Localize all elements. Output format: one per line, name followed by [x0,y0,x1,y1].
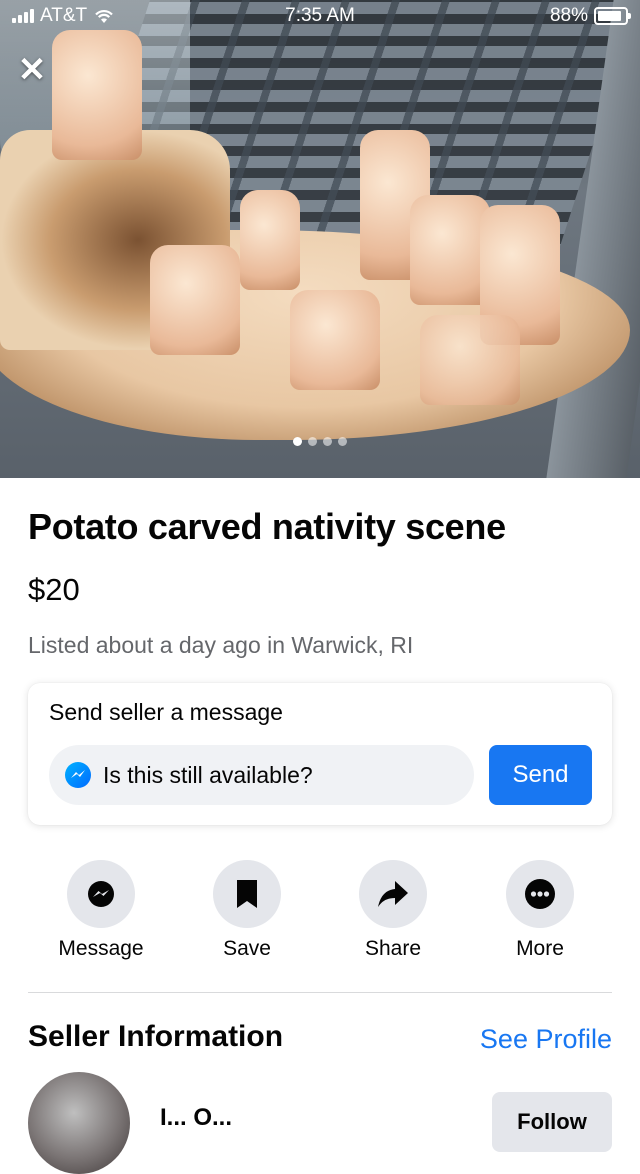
pager-dot [308,437,317,446]
send-message-card: Send seller a message Is this still avai… [28,683,612,825]
listing-meta: Listed about a day ago in Warwick, RI [28,632,414,658]
seller-name[interactable]: I... O... [160,1104,232,1132]
listing-title: Potato carved nativity scene [28,506,506,547]
send-message-label: Send seller a message [49,699,283,725]
pager-dot [338,437,347,446]
messenger-icon [65,762,91,788]
message-button-label: Message [58,937,144,960]
messenger-icon [67,860,135,928]
photo-carved-figure [150,245,240,355]
more-button[interactable]: More [480,860,600,961]
listing-photo[interactable]: AT&T 7:35 AM 88% ✕ [0,0,640,478]
photo-carved-figure [410,195,490,305]
message-button[interactable]: Message [41,860,161,961]
close-icon[interactable]: ✕ [14,52,50,88]
save-button-label: Save [223,937,271,960]
divider [28,992,612,993]
battery-icon [594,7,631,25]
battery-percent: 88% [549,5,588,26]
send-button[interactable]: Send [489,745,592,805]
clock: 7:35 AM [285,5,355,26]
action-bar: Message Save Share More [28,860,612,970]
share-button[interactable]: Share [333,860,453,961]
photo-carved-cross [52,30,142,160]
pager-dot [323,437,332,446]
photo-carved-figure [420,315,520,405]
photo-carved-figure [240,190,300,290]
status-bar: AT&T 7:35 AM 88% [0,0,640,34]
pager-dot-active [293,437,302,446]
message-input[interactable]: Is this still available? [49,745,474,805]
share-button-label: Share [364,937,422,960]
share-arrow-icon [359,860,427,928]
bookmark-icon [213,860,281,928]
photo-carved-figure [290,290,380,390]
message-input-text: Is this still available? [103,761,313,788]
photo-pager-dots [0,437,640,446]
see-profile-link[interactable]: See Profile [480,1024,612,1055]
listing-price: $20 [28,572,80,607]
save-button[interactable]: Save [187,860,307,961]
battery-status: 88% [549,5,631,27]
seller-info-heading: Seller Information [28,1020,284,1053]
more-dots-icon [506,860,574,928]
seller-avatar[interactable] [28,1072,130,1174]
follow-button[interactable]: Follow [492,1092,612,1152]
more-button-label: More [516,937,564,960]
